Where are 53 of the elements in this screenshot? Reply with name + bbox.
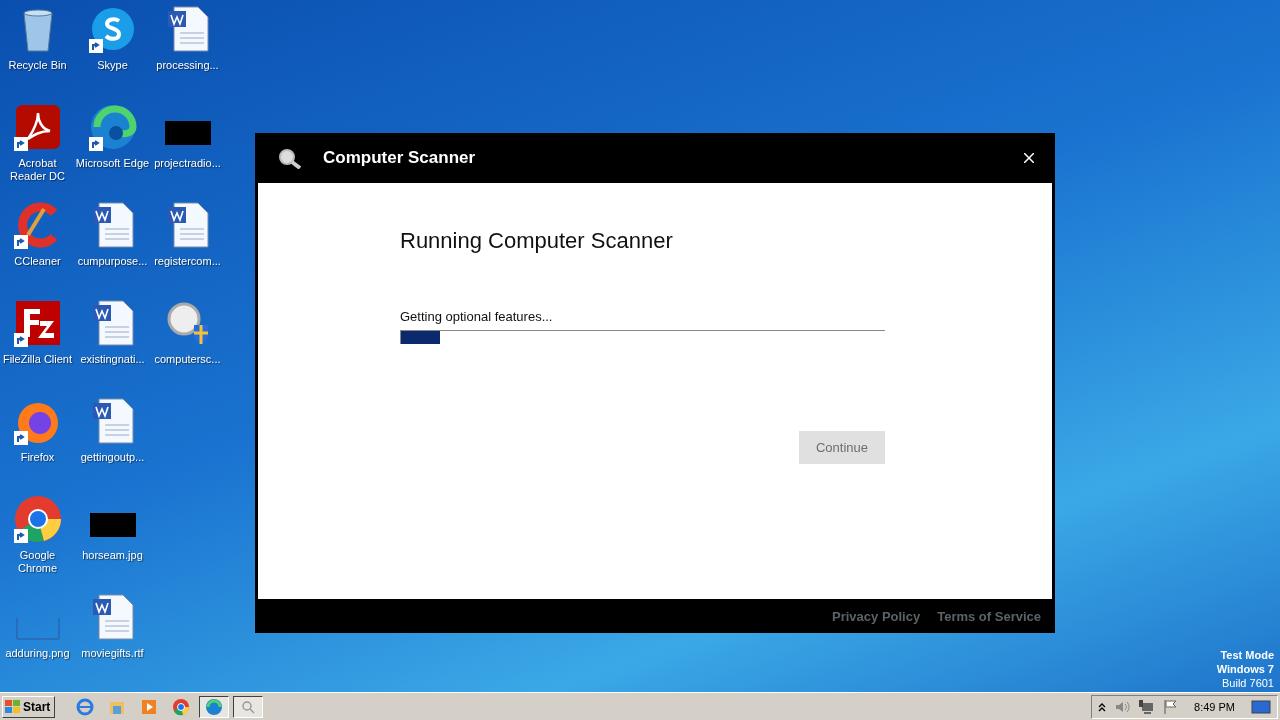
desktop-icon-label[interactable]: adduring.png — [0, 647, 75, 660]
desktop-icon-label[interactable]: Firefox — [0, 451, 75, 464]
os-build-text: Test Mode — [1220, 648, 1274, 662]
internet-explorer-icon — [76, 697, 95, 716]
desktop-icon-label[interactable]: gettingoutp... — [75, 451, 150, 464]
acrobat-icon — [13, 103, 62, 151]
desktop-icon-label[interactable]: existingnati... — [75, 353, 150, 366]
monitor-icon — [1251, 698, 1271, 715]
network-icon — [1138, 698, 1155, 715]
desktop-icon-label[interactable]: projectradio... — [150, 157, 225, 170]
edge-icon — [88, 103, 137, 151]
chrome-icon — [172, 697, 191, 716]
desktop-icon-label[interactable]: Recycle Bin — [0, 59, 75, 72]
desktop-icon-label[interactable]: Microsoft Edge — [75, 157, 150, 170]
network-button[interactable] — [1138, 698, 1155, 715]
os-build-text: Build 7601 — [1222, 676, 1274, 690]
image-thumbnail-icon — [164, 121, 211, 145]
desktop-icon-label[interactable]: moviegifts.rtf — [75, 647, 150, 660]
desktop-icon-label[interactable]: CCleaner — [0, 255, 75, 268]
chevron-up-icon — [1098, 701, 1107, 712]
status-text: Getting optional features... — [400, 309, 554, 324]
show-desktop-button[interactable] — [1251, 698, 1271, 715]
footer-link[interactable]: Privacy Policy — [832, 608, 921, 624]
media-player-icon — [140, 697, 159, 716]
taskbar-app-button[interactable] — [233, 695, 264, 718]
dialog-heading: Running Computer Scanner — [400, 228, 674, 254]
image-file-icon — [15, 618, 60, 640]
desktop-icon-label[interactable]: Google Chrome — [0, 549, 75, 575]
clock[interactable]: 8:49 PM — [1194, 700, 1235, 713]
search-icon — [240, 698, 257, 715]
start-button[interactable]: Start — [2, 695, 56, 718]
search-icon — [277, 147, 303, 169]
desktop-icon-label[interactable]: computersc... — [150, 353, 225, 366]
image-thumbnail-icon — [89, 513, 136, 537]
action-center-button[interactable] — [1162, 698, 1179, 715]
desktop-icon-label[interactable]: FileZilla Client — [0, 353, 75, 366]
footer-link[interactable]: Terms of Service — [937, 608, 1041, 624]
desktop-icon-label[interactable]: Skype — [75, 59, 150, 72]
edge-icon — [205, 697, 224, 716]
os-build-text: Windows 7 — [1216, 662, 1274, 676]
filezilla-icon — [13, 299, 62, 347]
close-icon — [1024, 153, 1034, 163]
flag-icon — [1162, 698, 1179, 715]
taskbar-app-button[interactable] — [199, 695, 230, 718]
show-hidden-icons-button[interactable] — [1098, 701, 1107, 712]
desktop-icon-label[interactable]: cumpurpose... — [75, 255, 150, 268]
desktop-icon-label[interactable]: horseam.jpg — [75, 549, 150, 562]
desktop-icon-label[interactable]: registercom... — [150, 255, 225, 268]
window-title: Computer Scanner — [323, 148, 477, 168]
desktop-icon-label[interactable]: Acrobat Reader DC — [0, 157, 75, 183]
chrome-icon — [13, 495, 62, 543]
windows-logo-icon — [5, 699, 21, 714]
desktop-icon-label[interactable]: processing... — [150, 59, 225, 72]
